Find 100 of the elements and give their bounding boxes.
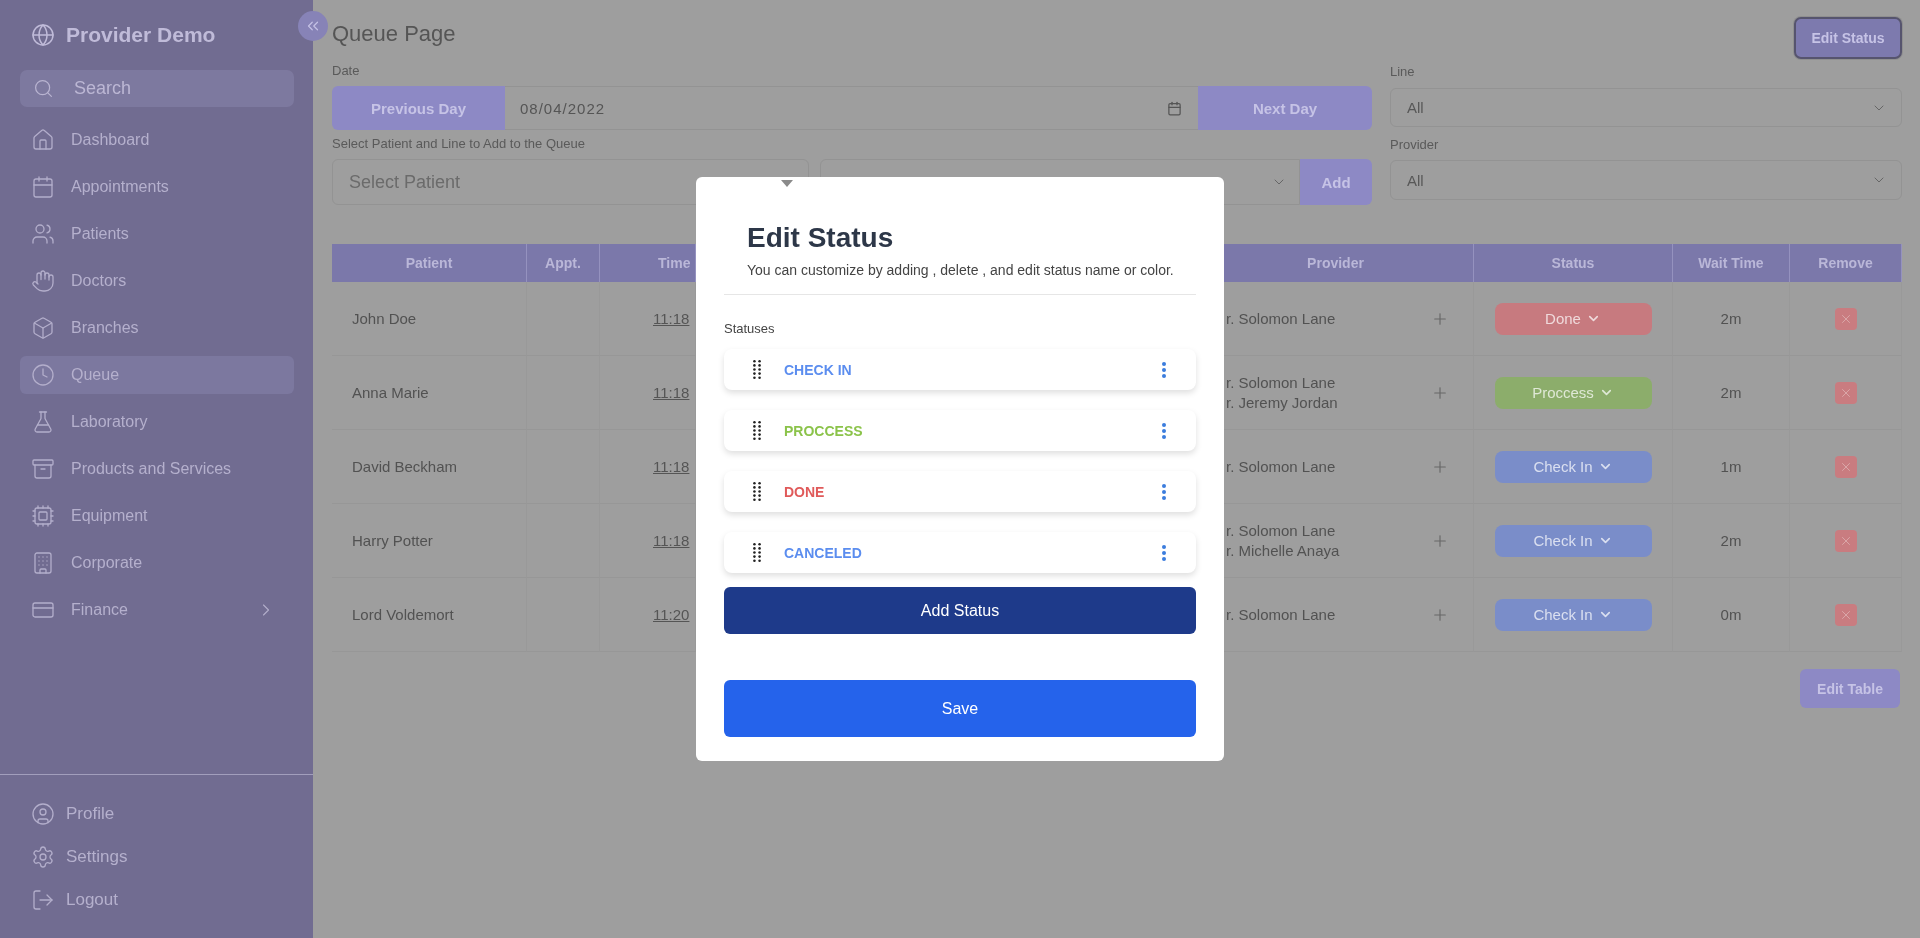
brand-name: Provider Demo [66,23,216,47]
nav-item[interactable]: Finance [20,591,294,629]
close-icon[interactable] [1834,455,1857,478]
calendar-icon [31,175,55,199]
provider-name: r. Jeremy Jordan [1226,393,1339,412]
nav-item[interactable]: Patients [20,215,294,253]
add-status-button[interactable]: Add Status [724,587,1196,634]
table-cell: 2m [1673,504,1790,578]
time-link[interactable]: 11:18 [653,532,690,549]
status-name: DONE [784,483,825,500]
status-name: CHECK IN [784,361,852,378]
dropdown[interactable]: All [1390,160,1902,200]
cube-icon [31,316,55,340]
caret-icon [781,180,793,187]
provider-name: r. Solomon Lane [1226,457,1337,476]
next-day-button[interactable]: Next Day [1198,86,1372,130]
close-icon[interactable] [1834,603,1857,626]
search-field[interactable]: Search [20,70,294,107]
nav-item[interactable]: Doctors [20,262,294,300]
time-link[interactable]: 11:18 [653,458,690,475]
dropdown[interactable]: All [1390,88,1902,127]
close-icon[interactable] [1834,381,1857,404]
hand-icon [31,269,55,293]
chip-icon [31,504,55,528]
logout-icon [31,888,55,912]
nav-item[interactable]: Settings [0,839,313,875]
edit-status-button[interactable]: Edit Status [1794,17,1902,59]
user-circle-icon [31,802,55,826]
clock-icon [31,363,55,387]
table-cell: Lord Voldemort [332,578,527,652]
flask-icon [31,410,55,434]
status-name: CANCELED [784,544,862,561]
table-cell: 0m [1673,578,1790,652]
house-icon [31,128,55,152]
status-name: PROCCESS [784,422,863,439]
nav-item[interactable]: Appointments [20,168,294,206]
drag-handle-icon[interactable] [753,421,761,440]
table-cell: Anna Marie [332,356,527,430]
table-cell: John Doe [332,282,527,356]
nav-item[interactable]: Branches [20,309,294,347]
status-dropdown[interactable]: Check In [1494,450,1652,483]
nav-item[interactable]: Laboratory [20,403,294,441]
add-button[interactable]: Add [1300,159,1372,205]
nav-item[interactable]: Logout [0,882,313,918]
nav-item[interactable]: Queue [20,356,294,394]
more-icon[interactable] [1162,544,1166,561]
status-dropdown[interactable]: Check In [1494,524,1652,557]
edit-table-button[interactable]: Edit Table [1800,669,1900,708]
time-link[interactable]: 11:20 [653,606,690,623]
column-header: Patient [332,244,527,282]
page-title: Queue Page [332,20,456,48]
field-label: Date [332,63,361,79]
more-icon[interactable] [1162,361,1166,378]
people-icon [31,222,55,246]
nav-item[interactable]: Dashboard [20,121,294,159]
provider-name: r. Solomon Lane [1226,309,1337,328]
chevrons-left-icon[interactable] [298,11,328,41]
section-label: Statuses [724,321,775,337]
column-header: Provider [1224,244,1474,282]
more-icon[interactable] [1162,422,1166,439]
field-label: Line [1390,64,1416,80]
table-cell: 1m [1673,430,1790,504]
column-header: Status [1474,244,1673,282]
close-icon[interactable] [1834,529,1857,552]
nav-item[interactable]: Corporate [20,544,294,582]
field-label: Select Patient and Line to Add to the Queue [332,136,586,152]
drag-handle-icon[interactable] [753,360,761,379]
provider-name: r. Solomon Lane [1226,605,1337,624]
drag-handle-icon[interactable] [753,482,761,501]
more-icon[interactable] [1162,483,1166,500]
calendar-icon[interactable] [1167,100,1182,116]
table-cell: 2m [1673,356,1790,430]
provider-name: r. Solomon Lane [1226,521,1337,540]
close-icon[interactable] [1834,307,1857,330]
nav-item[interactable]: Products and Services [20,450,294,488]
date-field[interactable]: 08/04/2022 [505,86,1198,130]
previous-day-button[interactable]: Previous Day [332,86,505,130]
nav-item[interactable]: Equipment [20,497,294,535]
status-dropdown[interactable]: Done [1494,302,1652,335]
search-icon [33,78,54,99]
provider-name: r. Michelle Anaya [1226,541,1341,560]
status-dropdown[interactable]: Proccess [1494,376,1652,409]
column-header: Appt. [527,244,600,282]
modal-subtitle: You can customize by adding , delete , and edit status name or color. [747,261,1174,279]
save-button[interactable]: Save [724,680,1196,737]
building-icon [31,551,55,575]
column-header: Wait Time [1673,244,1790,282]
table-cell: 2m [1673,282,1790,356]
column-header: Remove [1790,244,1902,282]
column-header: Time [600,244,696,282]
modal-title: Edit Status [747,221,894,255]
status-dropdown[interactable]: Check In [1494,598,1652,631]
provider-name: r. Solomon Lane [1226,373,1337,392]
globe-icon [31,23,55,47]
time-link[interactable]: 11:18 [653,384,690,401]
table-cell: David Beckham [332,430,527,504]
drag-handle-icon[interactable] [753,543,761,562]
time-link[interactable]: 11:18 [653,310,690,327]
nav-item[interactable]: Profile [0,796,313,832]
archive-box-icon [31,457,55,481]
